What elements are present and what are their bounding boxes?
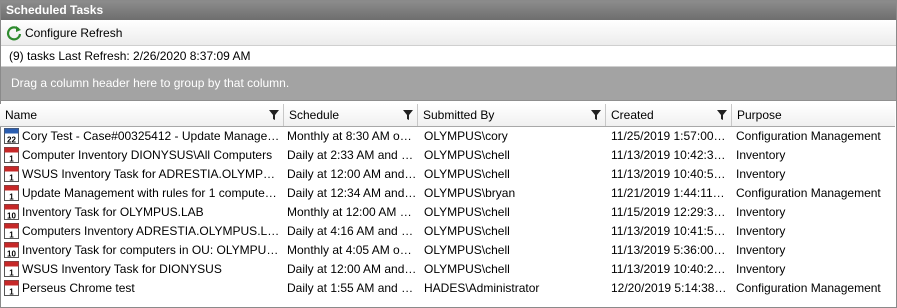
task-purpose: Inventory xyxy=(736,167,786,181)
task-purpose: Configuration Management xyxy=(736,129,881,143)
task-purpose: Inventory xyxy=(736,262,786,276)
task-created: 12/20/2019 5:14:38 AM xyxy=(611,281,727,295)
column-header-created[interactable]: Created xyxy=(606,104,732,126)
calendar-icon: 1 xyxy=(4,185,19,201)
filter-icon[interactable] xyxy=(591,110,601,120)
task-name: Inventory Task for OLYMPUS.LAB xyxy=(22,205,204,219)
column-header-schedule[interactable]: Schedule xyxy=(284,104,418,126)
task-schedule: Daily at 2:33 AM and sta... xyxy=(287,148,417,162)
task-submitted-by: OLYMPUS\chell xyxy=(424,148,510,162)
calendar-icon: 10 xyxy=(4,204,19,220)
task-name: Computers Inventory ADRESTIA.OLYMPUS.LAB xyxy=(22,224,280,238)
refresh-status: (9) tasks Last Refresh: 2/26/2020 8:37:0… xyxy=(1,46,896,67)
table-row[interactable]: 1 Update Management with rules for 1 comp… xyxy=(0,184,895,203)
task-submitted-by: OLYMPUS\chell xyxy=(424,224,510,238)
task-created: 11/13/2019 10:41:52 A... xyxy=(611,224,727,238)
calendar-icon: 1 xyxy=(4,280,19,296)
calendar-icon: 1 xyxy=(4,223,19,239)
task-purpose: Configuration Management xyxy=(736,186,881,200)
group-by-area[interactable]: Drag a column header here to group by th… xyxy=(1,67,896,101)
table-row[interactable]: 1 WSUS Inventory Task for DIONYSUS Daily a… xyxy=(0,260,895,279)
column-header-name[interactable]: Name xyxy=(0,104,284,126)
svg-text:1: 1 xyxy=(9,288,14,297)
table-row[interactable]: 10 Inventory Task for computers in OU: OL… xyxy=(0,241,895,260)
task-schedule: Daily at 12:34 AM and st... xyxy=(287,186,417,200)
task-name: Perseus Chrome test xyxy=(22,281,135,295)
task-schedule: Daily at 1:55 AM and sta... xyxy=(287,281,417,295)
svg-text:10: 10 xyxy=(7,250,16,259)
table-row[interactable]: 10 Inventory Task for OLYMPUS.LAB Monthly … xyxy=(0,203,895,222)
task-purpose: Inventory xyxy=(736,224,786,238)
column-header-submitted-by[interactable]: Submitted By xyxy=(418,104,606,126)
task-schedule: Monthly at 4:05 AM on d... xyxy=(287,243,417,257)
calendar-icon: 1 xyxy=(4,147,19,163)
task-purpose: Inventory xyxy=(736,243,786,257)
grid-header: Name Schedule Submitted By Created Purpo… xyxy=(0,104,895,127)
column-purpose-label: Purpose xyxy=(737,108,782,122)
task-submitted-by: OLYMPUS\chell xyxy=(424,167,510,181)
task-submitted-by: OLYMPUS\chell xyxy=(424,262,510,276)
table-row[interactable]: 1 Computers Inventory ADRESTIA.OLYMPUS.LA… xyxy=(0,222,895,241)
svg-text:1: 1 xyxy=(9,155,14,164)
task-created: 11/25/2019 1:57:00 PM xyxy=(611,129,727,143)
svg-text:10: 10 xyxy=(7,212,16,221)
task-purpose: Configuration Management xyxy=(736,281,881,295)
task-schedule: Daily at 12:00 AM and st... xyxy=(287,262,417,276)
configure-refresh-label: Configure Refresh xyxy=(25,25,123,40)
calendar-icon: 1 xyxy=(4,261,19,277)
svg-text:1: 1 xyxy=(9,193,14,202)
svg-text:1: 1 xyxy=(9,231,14,240)
task-created: 11/13/2019 10:40:27 A... xyxy=(611,262,727,276)
configure-refresh-button[interactable]: Configure Refresh xyxy=(4,24,124,42)
panel-title: Scheduled Tasks xyxy=(1,1,896,20)
task-submitted-by: OLYMPUS\bryan xyxy=(424,186,516,200)
task-created: 11/21/2019 1:44:11 PM xyxy=(611,186,727,200)
table-row[interactable]: 1 Perseus Chrome test Daily at 1:55 AM and… xyxy=(0,279,895,298)
task-submitted-by: OLYMPUS\cory xyxy=(424,129,508,143)
column-schedule-label: Schedule xyxy=(289,108,340,122)
column-submitted-by-label: Submitted By xyxy=(423,108,495,122)
task-created: 11/13/2019 10:42:36 A... xyxy=(611,148,727,162)
calendar-icon: 1 xyxy=(4,166,19,182)
svg-text:1: 1 xyxy=(9,174,14,183)
task-created: 11/15/2019 12:29:31 P... xyxy=(611,205,727,219)
task-name: WSUS Inventory Task for DIONYSUS xyxy=(22,262,222,276)
task-schedule: Daily at 4:16 AM and sta... xyxy=(287,224,417,238)
svg-text:22: 22 xyxy=(7,136,16,145)
task-submitted-by: HADES\Administrator xyxy=(424,281,540,295)
task-submitted-by: OLYMPUS\chell xyxy=(424,205,510,219)
filter-icon[interactable] xyxy=(269,110,279,120)
task-name: Computer Inventory DIONYSUS\All Computer… xyxy=(22,148,273,162)
task-schedule: Monthly at 8:30 AM on t... xyxy=(287,129,417,143)
calendar-icon: 10 xyxy=(4,242,19,258)
task-name: WSUS Inventory Task for ADRESTIA.OLYMPUS… xyxy=(22,167,280,181)
column-created-label: Created xyxy=(611,108,654,122)
column-name-label: Name xyxy=(5,108,38,122)
table-row[interactable]: 1 WSUS Inventory Task for ADRESTIA.OLYMPU… xyxy=(0,165,895,184)
svg-text:1: 1 xyxy=(9,269,14,278)
task-schedule: Monthly at 12:00 AM on... xyxy=(287,205,417,219)
task-name: Inventory Task for computers in OU: OLYM… xyxy=(22,243,280,257)
task-list: 22 Cory Test - Case#00325412 - Update Man… xyxy=(0,127,895,298)
calendar-icon: 22 xyxy=(4,128,19,144)
task-name: Update Management with rules for 1 compu… xyxy=(22,186,280,200)
task-name: Cory Test - Case#00325412 - Update Manag… xyxy=(22,129,280,143)
task-schedule: Daily at 12:00 AM and st... xyxy=(287,167,417,181)
filter-icon[interactable] xyxy=(403,110,413,120)
filter-icon[interactable] xyxy=(717,110,727,120)
task-created: 11/13/2019 5:36:00 PM xyxy=(611,243,727,257)
task-purpose: Inventory xyxy=(736,205,786,219)
task-created: 11/13/2019 10:40:50 A... xyxy=(611,167,727,181)
toolbar: Configure Refresh xyxy=(1,20,896,46)
task-purpose: Inventory xyxy=(736,148,786,162)
table-row[interactable]: 1 Computer Inventory DIONYSUS\All Compute… xyxy=(0,146,895,165)
task-submitted-by: OLYMPUS\chell xyxy=(424,243,510,257)
refresh-icon xyxy=(6,25,22,41)
table-row[interactable]: 22 Cory Test - Case#00325412 - Update Man… xyxy=(0,127,895,146)
column-header-purpose[interactable]: Purpose xyxy=(732,104,895,126)
